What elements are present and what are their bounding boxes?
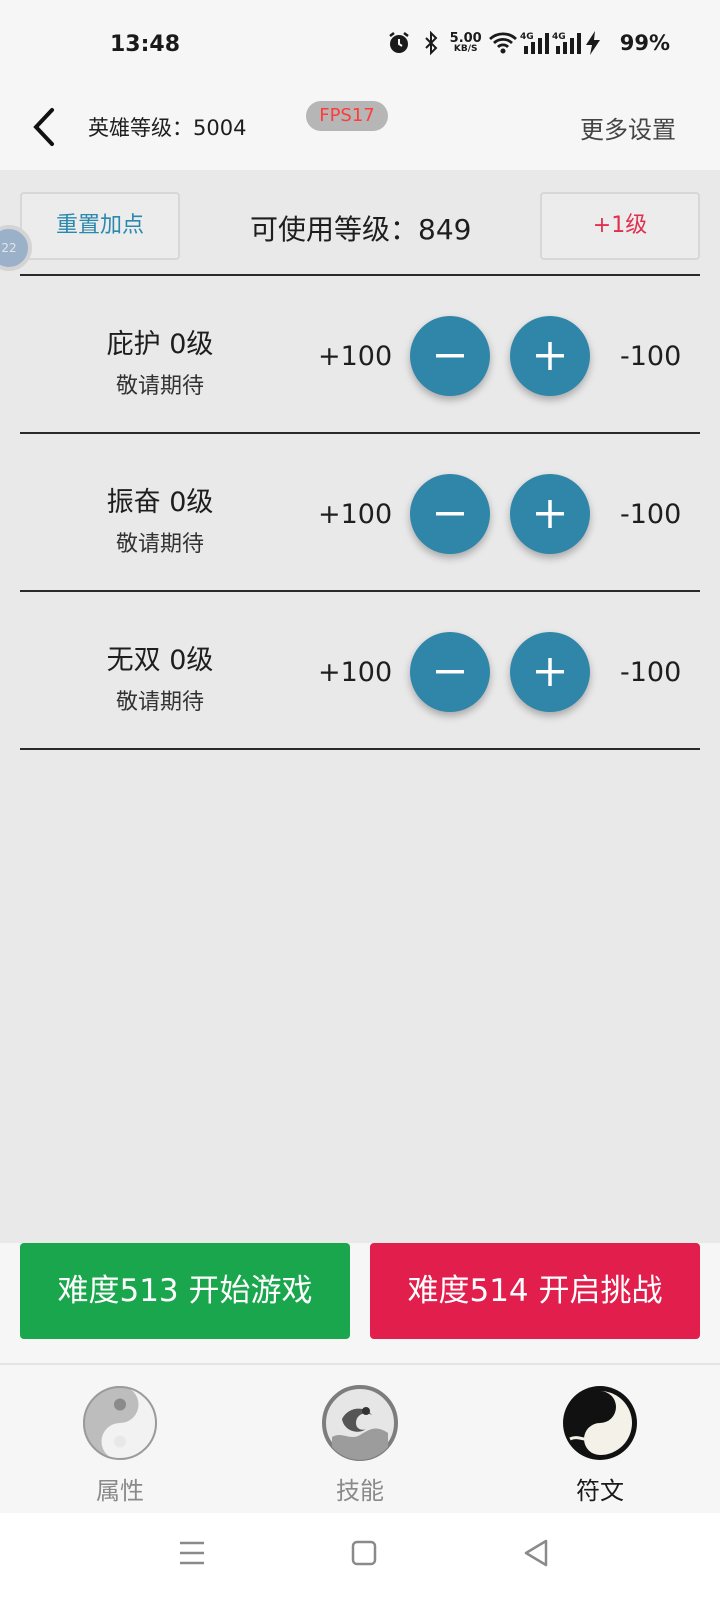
skill-desc: 敬请期待 <box>115 532 204 557</box>
yin-yang-emblem-icon <box>82 1385 158 1461</box>
bluetooth-icon <box>418 30 444 56</box>
wifi-icon <box>488 30 517 56</box>
signal-4g-icon: 4G <box>552 30 581 56</box>
reset-points-button[interactable]: 重置加点 <box>20 192 180 260</box>
fps-badge: FPS17 <box>306 101 388 131</box>
minus-value: -100 <box>620 499 682 530</box>
action-bar: 难度513 开始游戏 难度514 开启挑战 <box>0 1243 720 1363</box>
increase-button[interactable] <box>510 474 590 554</box>
skill-name: 振奋 0级 <box>106 487 214 518</box>
tab-runes[interactable]: 符文 <box>540 1385 660 1505</box>
minus-icon <box>436 670 464 674</box>
minus-value: -100 <box>620 341 682 372</box>
skill-name: 庇护 0级 <box>106 329 214 360</box>
decrease-button[interactable] <box>410 474 490 554</box>
skill-desc: 敬请期待 <box>115 374 204 399</box>
increase-button[interactable] <box>510 316 590 396</box>
menu-icon <box>180 1541 204 1565</box>
plus-icon <box>536 658 564 686</box>
svg-text:4G: 4G <box>552 32 566 42</box>
skill-row: 无双 0级 敬请期待 +100 -100 <box>0 592 720 750</box>
tab-label: 符文 <box>576 1477 624 1505</box>
square-icon <box>351 1540 377 1566</box>
start-game-button[interactable]: 难度513 开始游戏 <box>20 1243 350 1339</box>
system-nav-bar <box>0 1513 720 1600</box>
triangle-back-icon <box>524 1539 548 1567</box>
status-time: 13:48 <box>110 32 181 57</box>
start-challenge-button[interactable]: 难度514 开启挑战 <box>370 1243 700 1339</box>
app-screen: 13:48 5.00 KB/S 4G 4G 99% 英雄等级：5004 FPS1… <box>0 0 720 1600</box>
skill-desc: 敬请期待 <box>115 690 204 715</box>
svg-text:4G: 4G <box>520 32 534 42</box>
plus-value: +100 <box>318 341 393 372</box>
bottom-tab-bar: 属性 技能 符文 <box>0 1363 720 1513</box>
home-button[interactable] <box>344 1533 384 1573</box>
plus-icon <box>536 500 564 528</box>
system-back-button[interactable] <box>516 1533 556 1573</box>
header: 英雄等级：5004 FPS17 更多设置 <box>0 90 720 170</box>
more-settings-button[interactable]: 更多设置 <box>580 110 676 145</box>
decrease-button[interactable] <box>410 316 490 396</box>
hero-level: 英雄等级：5004 <box>88 116 247 140</box>
battery-percent: 99% <box>619 31 670 55</box>
net-speed: 5.00 KB/S <box>449 31 482 54</box>
wave-emblem-icon <box>322 1385 398 1461</box>
skill-row: 振奋 0级 敬请期待 +100 -100 <box>0 434 720 592</box>
alarm-icon <box>386 30 412 56</box>
minus-value: -100 <box>620 657 682 688</box>
skill-name: 无双 0级 <box>106 645 214 676</box>
level-toolbar: 重置加点 可使用等级：849 +1级 22 <box>0 170 720 280</box>
plus-icon <box>536 342 564 370</box>
signal-4g-icon: 4G <box>520 30 549 56</box>
recent-apps-button[interactable] <box>172 1533 212 1573</box>
status-bar: 13:48 5.00 KB/S 4G 4G 99% <box>0 0 720 90</box>
main-content: 重置加点 可使用等级：849 +1级 22 庇护 0级 敬请期待 +100 -1… <box>0 170 720 1243</box>
minus-icon <box>436 512 464 516</box>
increase-button[interactable] <box>510 632 590 712</box>
skill-row: 庇护 0级 敬请期待 +100 -100 <box>0 276 720 434</box>
available-level: 可使用等级：849 <box>250 213 472 246</box>
status-icons: 5.00 KB/S 4G 4G 99% <box>386 30 670 56</box>
tab-label: 属性 <box>96 1477 144 1505</box>
minus-icon <box>436 354 464 358</box>
chevron-left-icon <box>33 108 54 146</box>
back-button[interactable] <box>26 102 66 152</box>
ink-yin-yang-emblem-icon <box>562 1385 638 1461</box>
divider <box>20 748 700 750</box>
charging-icon <box>584 30 610 56</box>
tab-label: 技能 <box>336 1477 384 1505</box>
plus-one-level-button[interactable]: +1级 <box>540 192 700 260</box>
plus-value: +100 <box>318 499 393 530</box>
plus-value: +100 <box>318 657 393 688</box>
tab-skills[interactable]: 技能 <box>300 1385 420 1505</box>
tab-attributes[interactable]: 属性 <box>60 1385 180 1505</box>
decrease-button[interactable] <box>410 632 490 712</box>
